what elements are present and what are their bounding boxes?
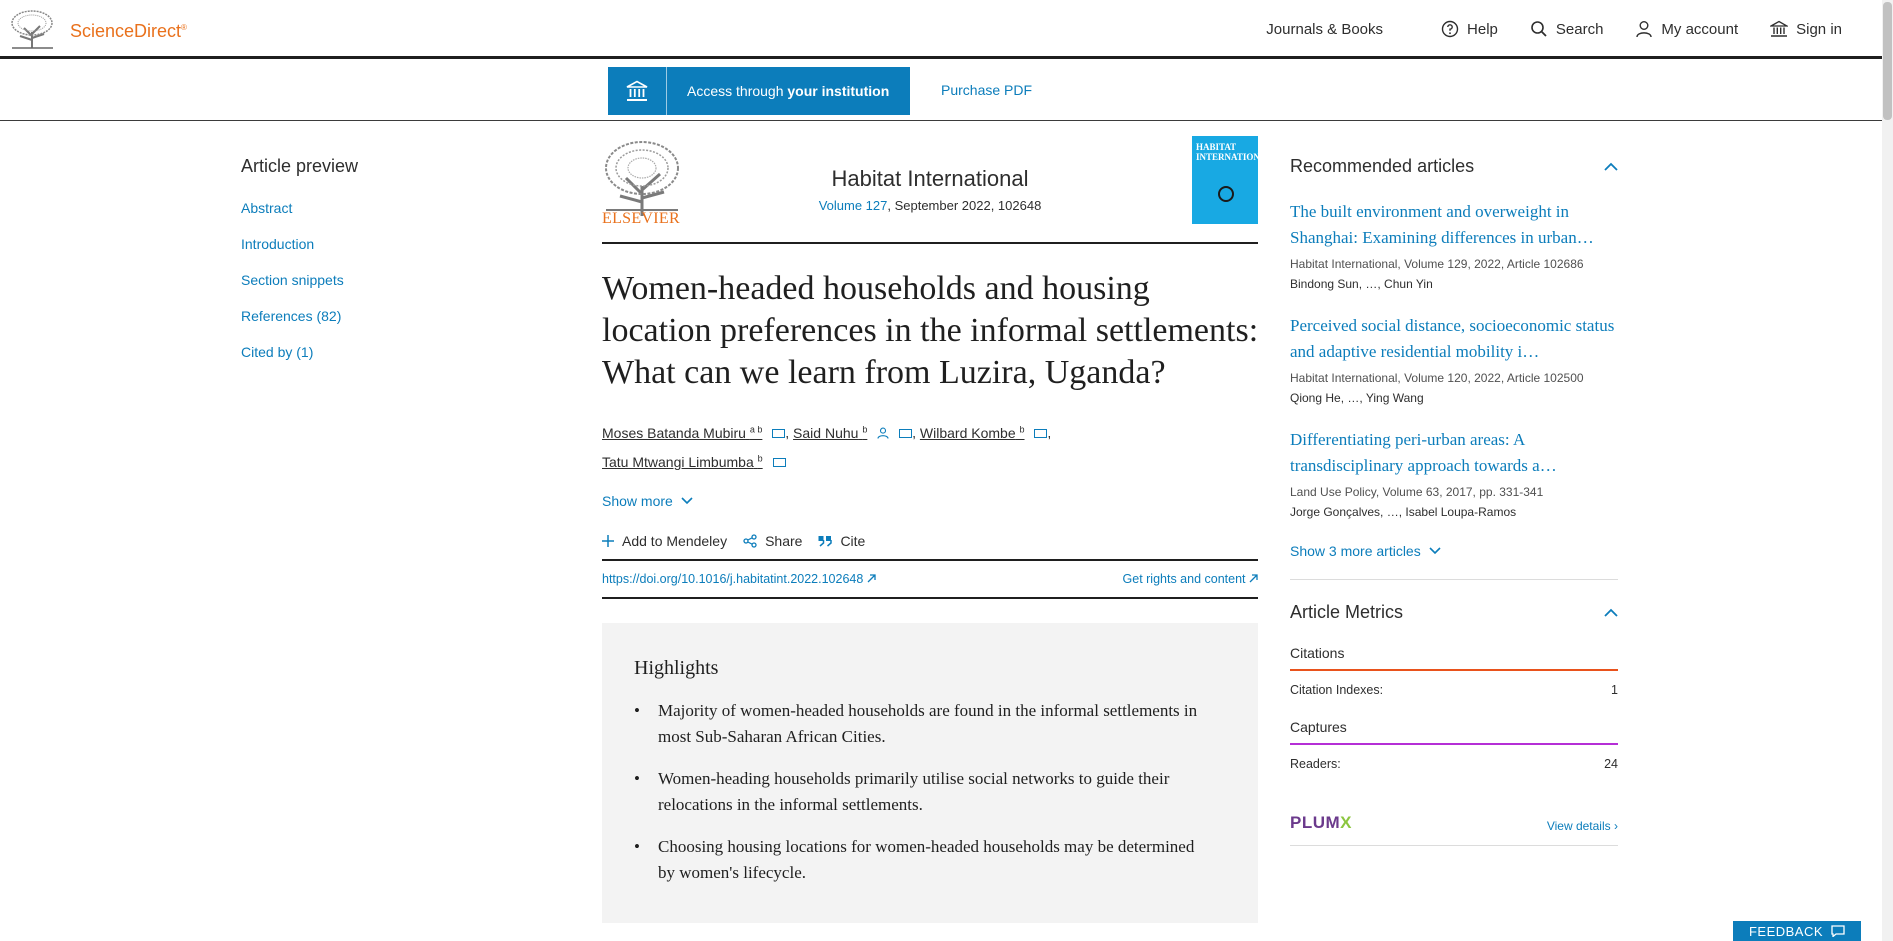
recommended-article-authors: Qiong He, …, Ying Wang bbox=[1290, 391, 1424, 405]
external-link-icon bbox=[1249, 574, 1258, 583]
mail-icon[interactable] bbox=[772, 428, 786, 438]
article-preview-toc: Article preview Abstract Introduction Se… bbox=[241, 156, 541, 379]
nav-my-account[interactable]: My account bbox=[1635, 20, 1738, 38]
nav-sign-in[interactable]: Sign in bbox=[1770, 20, 1842, 38]
author-link[interactable]: Tatu Mtwangi Limbumba b bbox=[602, 454, 763, 471]
list-item: Women-heading households primarily utili… bbox=[634, 766, 1214, 818]
highlights-list: Majority of women-headed households are … bbox=[634, 698, 1226, 886]
add-to-mendeley-button[interactable]: Add to Mendeley bbox=[602, 533, 727, 549]
divider bbox=[1290, 845, 1618, 846]
chevron-up-icon[interactable] bbox=[1604, 160, 1618, 174]
recommended-article-meta: Habitat International, Volume 120, 2022,… bbox=[1290, 371, 1584, 385]
toc-title: Article preview bbox=[241, 156, 359, 176]
page-scrollbar[interactable] bbox=[1882, 0, 1893, 941]
recommended-article-title[interactable]: Perceived social distance, socioeconomic… bbox=[1290, 313, 1618, 365]
journal-cover-thumbnail[interactable]: HABITAT INTERNATIONAL bbox=[1192, 136, 1272, 224]
mail-icon[interactable] bbox=[1034, 428, 1048, 438]
mail-icon[interactable] bbox=[899, 428, 913, 438]
institution-icon bbox=[608, 67, 667, 115]
plus-icon bbox=[602, 535, 614, 548]
cover-emblem-icon bbox=[1218, 186, 1234, 202]
recommended-article: The built environment and overweight in … bbox=[1290, 199, 1618, 291]
search-icon bbox=[1531, 21, 1547, 37]
toc-item-abstract[interactable]: Abstract bbox=[241, 199, 541, 235]
metrics-header[interactable]: Article Metrics bbox=[1290, 602, 1618, 623]
top-header: ScienceDirect® Journals & Books Help Sea… bbox=[0, 0, 1882, 59]
chat-icon bbox=[1831, 925, 1845, 937]
mail-icon[interactable] bbox=[772, 458, 786, 468]
institution-icon bbox=[1770, 20, 1789, 37]
journal-volume-info: Volume 127, September 2022, 102648 bbox=[818, 198, 1042, 213]
journal-title[interactable]: Habitat International bbox=[602, 166, 1258, 192]
citations-divider bbox=[1290, 669, 1618, 671]
person-icon[interactable] bbox=[877, 427, 889, 439]
help-icon bbox=[1441, 20, 1459, 38]
nav-help[interactable]: Help bbox=[1441, 20, 1498, 38]
plumx-row: PLUMX View details › bbox=[1290, 793, 1618, 833]
toc-item-introduction[interactable]: Introduction bbox=[241, 235, 541, 271]
volume-link[interactable]: Volume 127 bbox=[819, 198, 888, 213]
journal-header: ELSEVIER Habitat International Volume 12… bbox=[602, 136, 1272, 244]
article-main: ELSEVIER Habitat International Volume 12… bbox=[602, 136, 1272, 924]
access-bar: Access through your institution Purchase… bbox=[0, 59, 1882, 121]
doi-link[interactable]: https://doi.org/10.1016/j.habitatint.202… bbox=[602, 572, 876, 586]
recommended-article: Perceived social distance, socioeconomic… bbox=[1290, 313, 1618, 405]
feedback-button[interactable]: FEEDBACK bbox=[1733, 921, 1861, 941]
share-icon bbox=[743, 534, 757, 548]
toc-item-section-snippets[interactable]: Section snippets bbox=[241, 271, 541, 307]
elsevier-tree-logo-icon[interactable] bbox=[10, 10, 55, 50]
citations-label: Citations bbox=[1290, 645, 1345, 661]
chevron-down-icon bbox=[681, 497, 693, 505]
author-link[interactable]: Said Nuhu b bbox=[793, 424, 867, 441]
list-item: Majority of women-headed households are … bbox=[634, 698, 1214, 750]
recommended-article-title[interactable]: The built environment and overweight in … bbox=[1290, 199, 1618, 251]
share-button[interactable]: Share bbox=[743, 533, 802, 549]
recommended-article-meta: Land Use Policy, Volume 63, 2017, pp. 33… bbox=[1290, 485, 1544, 499]
top-nav: Journals & Books Help Search My account … bbox=[1234, 20, 1842, 38]
author-link[interactable]: Wilbard Kombe b bbox=[920, 424, 1025, 441]
recommended-article-meta: Habitat International, Volume 129, 2022,… bbox=[1290, 257, 1584, 271]
recommended-article: Differentiating peri-urban areas: A tran… bbox=[1290, 427, 1618, 519]
show-more-articles-button[interactable]: Show 3 more articles bbox=[1290, 543, 1441, 559]
highlights-title: Highlights bbox=[634, 657, 719, 680]
highlights-section: Highlights Majority of women-headed hous… bbox=[602, 623, 1258, 924]
recommended-article-authors: Bindong Sun, …, Chun Yin bbox=[1290, 277, 1433, 291]
cite-button[interactable]: Cite bbox=[818, 533, 865, 549]
chevron-down-icon bbox=[1429, 547, 1441, 555]
recommended-article-authors: Jorge Gonçalves, …, Isabel Loupa-Ramos bbox=[1290, 505, 1517, 519]
plumx-logo[interactable]: PLUMX bbox=[1290, 813, 1352, 833]
author-list: Moses Batanda Mubiru a b , Said Nuhu b ,… bbox=[602, 424, 1052, 471]
view-details-link[interactable]: View details › bbox=[1547, 819, 1618, 833]
citation-indexes-row: Citation Indexes: 1 bbox=[1290, 683, 1618, 697]
toc-item-cited-by[interactable]: Cited by (1) bbox=[241, 343, 541, 379]
readers-row: Readers: 24 bbox=[1290, 757, 1618, 771]
recommended-header[interactable]: Recommended articles bbox=[1290, 156, 1618, 177]
purchase-pdf-link[interactable]: Purchase PDF bbox=[941, 82, 1032, 98]
scrollbar-thumb[interactable] bbox=[1883, 2, 1892, 120]
list-item: Choosing housing locations for women-hea… bbox=[634, 834, 1214, 886]
metrics-title: Article Metrics bbox=[1290, 602, 1404, 622]
sciencedirect-logo[interactable]: ScienceDirect® bbox=[70, 21, 187, 42]
article-actions: Add to Mendeley Share Cite bbox=[602, 533, 1258, 562]
article-title: Women-headed households and housing loca… bbox=[602, 270, 1259, 391]
nav-search[interactable]: Search bbox=[1530, 20, 1603, 38]
author-link[interactable]: Moses Batanda Mubiru a b bbox=[602, 424, 762, 441]
captures-divider bbox=[1290, 743, 1618, 745]
sidebar-right: Recommended articles The built environme… bbox=[1290, 156, 1618, 846]
quote-icon bbox=[818, 536, 833, 547]
nav-journals-books[interactable]: Journals & Books bbox=[1266, 21, 1383, 38]
external-link-icon bbox=[867, 574, 876, 583]
get-rights-link[interactable]: Get rights and content bbox=[1123, 572, 1258, 586]
recommended-title: Recommended articles bbox=[1290, 156, 1475, 176]
person-icon bbox=[1636, 21, 1653, 38]
toc-item-references[interactable]: References (82) bbox=[241, 307, 541, 343]
recommended-article-title[interactable]: Differentiating peri-urban areas: A tran… bbox=[1290, 427, 1618, 479]
chevron-up-icon[interactable] bbox=[1604, 606, 1618, 620]
access-button-label: Access through your institution bbox=[687, 83, 890, 99]
captures-label: Captures bbox=[1290, 719, 1347, 735]
show-more-button[interactable]: Show more bbox=[602, 493, 693, 509]
doi-row: https://doi.org/10.1016/j.habitatint.202… bbox=[602, 561, 1258, 600]
access-through-institution-button[interactable]: Access through your institution bbox=[608, 67, 910, 115]
divider bbox=[1290, 579, 1618, 580]
